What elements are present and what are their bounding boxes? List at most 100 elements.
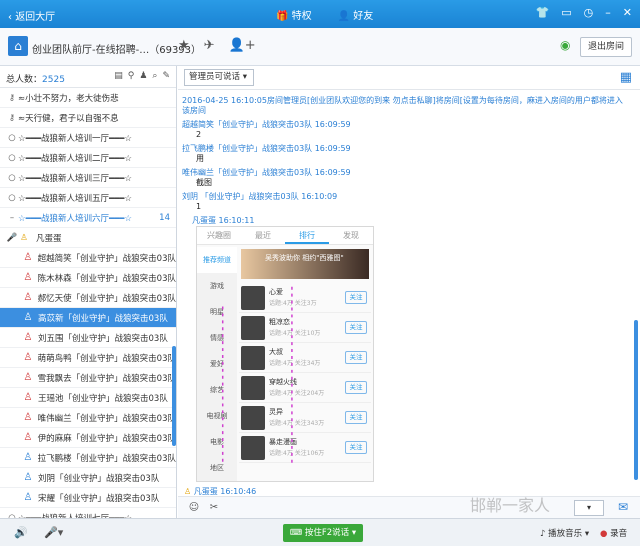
- phone-list-item: 暴走漫画 话题:4万 关注106万 关注: [239, 433, 371, 463]
- minimize-icon[interactable]: –: [605, 6, 611, 19]
- skin-icon[interactable]: 👕: [536, 6, 550, 19]
- channel-row[interactable]: ⚷ ≈天行健，君子以自强不息: [0, 108, 176, 128]
- message-sender[interactable]: 拉飞鹏楼「创业守护」战狼突击03队 16:09:59: [182, 144, 630, 154]
- member-avatar-icon: ♙: [23, 491, 33, 503]
- message-sender[interactable]: 刘阴 「创业守护」战狼突击03队 16:10:09: [182, 192, 630, 202]
- location-icon[interactable]: ⚲: [128, 71, 135, 81]
- play-music-button[interactable]: ♪ 播放音乐 ▾: [540, 527, 589, 539]
- channel-row[interactable]: ○ ☆━━━战狼新人培训五厅━━━☆: [0, 188, 176, 208]
- member-row[interactable]: ♙ 萌萌鸟鸭「创业守护」战狼突击03队: [0, 348, 176, 368]
- member-row[interactable]: ♙ 王瑶池「创业守护」战狼突击03队: [0, 388, 176, 408]
- grid-icon[interactable]: ▦: [620, 70, 632, 85]
- chat-scrollbar[interactable]: [634, 320, 638, 480]
- friends-button[interactable]: 👤 好友: [338, 7, 374, 22]
- person-icon[interactable]: ♟: [139, 71, 147, 81]
- close-icon[interactable]: ✕: [623, 6, 632, 19]
- edit-icon[interactable]: ✎: [162, 71, 170, 81]
- chat-bubble-icon[interactable]: ✉: [612, 497, 634, 517]
- privilege-label: 特权: [291, 11, 312, 22]
- item-sub: 话题:4万 关注343万: [269, 420, 325, 427]
- member-avatar-icon: ♙: [23, 311, 33, 323]
- menu-icon[interactable]: ▭: [561, 6, 571, 19]
- follow-button: 关注: [345, 291, 367, 304]
- chat-message: 拉飞鹏楼「创业守护」战狼突击03队 16:09:59 用: [182, 144, 630, 164]
- emoji-icon[interactable]: ☺: [186, 500, 202, 516]
- phone-tab-active: 排行: [285, 227, 329, 244]
- member-name: 伊的麻麻「创业守护」战狼突击03队: [37, 433, 176, 444]
- channel-row[interactable]: ○ ☆━━━战狼新人培训二厅━━━☆: [0, 148, 176, 168]
- member-row[interactable]: ♙ 宋耀「创业守护」战狼突击03队: [0, 488, 176, 508]
- phone-tabs: 兴趣圈 最近 排行 发现: [197, 227, 373, 245]
- sender-avatar-icon: ♙: [184, 487, 192, 496]
- member-avatar-icon: ♙: [23, 391, 33, 403]
- bottom-message-sender[interactable]: 凡蛋蛋 16:10:46: [194, 487, 256, 496]
- list-icon[interactable]: ▤: [114, 71, 123, 81]
- member-row[interactable]: ♙ 雪我飘去「创业守护」战狼突击03队: [0, 368, 176, 388]
- follow-button: 关注: [345, 381, 367, 394]
- music-label: 播放音乐: [548, 529, 583, 539]
- phone-list-item: 穿越火线 话题:4万 关注204万 关注: [239, 373, 371, 403]
- member-row[interactable]: ♙ 陈木林森「创业守护」战狼突击03队: [0, 268, 176, 288]
- message-sender[interactable]: 凡蛋蛋 16:10:11: [182, 216, 630, 226]
- search-icon[interactable]: ⌕: [152, 71, 157, 81]
- member-row[interactable]: ♙ 刘阴「创业守护」战狼突击03队: [0, 468, 176, 488]
- item-sub: 话题:4万 关注10万: [269, 330, 321, 337]
- chat-message: 超越简笑「创业守护」战狼突击03队 16:09:59 2: [182, 120, 630, 140]
- speaker-icon[interactable]: 🔊: [14, 526, 28, 539]
- member-avatar-icon: ♙: [23, 371, 33, 383]
- phone-side-item: 情感: [210, 334, 224, 342]
- member-row[interactable]: ♙ 刘五围「创业守护」战狼突击03队: [0, 328, 176, 348]
- member-row[interactable]: ♙ 唯伟幽兰「创业守护」战狼突击03队: [0, 408, 176, 428]
- member-row[interactable]: ♙ 超越简笑「创业守护」战狼突击03队: [0, 248, 176, 268]
- member-scrollbar[interactable]: [172, 346, 176, 446]
- channel-row[interactable]: ⚷ ≈小壮不努力，老大徒伤悲: [0, 88, 176, 108]
- phone-tab: 发现: [343, 231, 359, 240]
- privilege-button[interactable]: 🎁 特权: [276, 7, 312, 22]
- member-name: 刘阴「创业守护」战狼突击03队: [38, 473, 160, 484]
- member-row[interactable]: ♙ 拉飞鹏楼「创业守护」战狼突击03队: [0, 448, 176, 468]
- channel-label: ☆━━━战狼新人培训三厅━━━☆: [18, 173, 132, 184]
- push-to-talk-button[interactable]: ⌨ 按住F2说话 ▾: [283, 524, 363, 542]
- item-title: 心爱: [269, 288, 283, 296]
- send-options[interactable]: ▾: [574, 500, 604, 516]
- channel-row[interactable]: ○ ☆━━━战狼新人培训三厅━━━☆: [0, 168, 176, 188]
- item-thumbnail: [241, 286, 265, 310]
- wifi-icon: ◉: [560, 38, 571, 52]
- message-sender[interactable]: 超越简笑「创业守护」战狼突击03队 16:09:59: [182, 120, 630, 130]
- item-sub: 话题:4万 关注3万: [269, 300, 317, 307]
- mic-icon: 🎤: [6, 232, 18, 243]
- record-button[interactable]: ● 录音: [600, 527, 627, 539]
- plane-icon[interactable]: ✈: [204, 38, 215, 53]
- member-row-selected[interactable]: ♙ 高苡新「创业守护」战狼突击03队: [0, 308, 176, 328]
- scissors-icon[interactable]: ✂: [206, 500, 222, 516]
- member-avatar-icon: ♙: [23, 251, 33, 263]
- channel-row-active[interactable]: – ☆━━━战狼新人培训六厅━━━☆ 14: [0, 208, 176, 228]
- member-name: 高苡新「创业守护」战狼突击03队: [38, 313, 168, 324]
- back-to-lobby-button[interactable]: ‹ 返回大厅: [8, 8, 55, 23]
- member-row[interactable]: ♙ 伊的麻麻「创业守护」战狼突击03队: [0, 428, 176, 448]
- room-home-icon: ⌂: [8, 36, 28, 56]
- favorite-star-icon[interactable]: ★: [178, 38, 190, 53]
- member-row[interactable]: ♙ 郝忆天使「创业守护」战狼突击03队: [0, 288, 176, 308]
- clock-icon[interactable]: ◷: [584, 6, 594, 19]
- message-text: 用: [196, 154, 204, 163]
- collapse-icon: –: [9, 212, 15, 223]
- host-avatar-icon: ♙: [20, 232, 28, 243]
- channel-row[interactable]: ○ ☆━━━战狼新人培训一厅━━━☆: [0, 128, 176, 148]
- speak-permission-select[interactable]: 管理员可说话 ▾: [184, 69, 254, 86]
- item-title: 粗凉恋: [269, 318, 290, 326]
- chat-toolbar: 管理员可说话 ▾ ▦: [178, 66, 640, 90]
- friends-label: 好友: [353, 11, 374, 22]
- exit-room-button[interactable]: 退出房间: [580, 37, 632, 57]
- circle-icon: ○: [8, 132, 16, 143]
- back-label: 返回大厅: [15, 12, 56, 23]
- total-label: 总人数：: [6, 75, 43, 85]
- key-icon: ⚷: [8, 92, 16, 103]
- add-friend-icon[interactable]: 👤+: [229, 38, 256, 53]
- item-sub: 话题:4万 关注106万: [269, 450, 325, 457]
- member-avatar-icon: ♙: [23, 411, 33, 423]
- channel-label: ☆━━━战狼新人培训二厅━━━☆: [18, 153, 132, 164]
- host-row[interactable]: 🎤 ♙ 凡蛋蛋: [0, 228, 176, 248]
- message-sender[interactable]: 唯伟幽兰「创业守护」战狼突击03队 16:09:59: [182, 168, 630, 178]
- mic-icon[interactable]: 🎤▾: [44, 526, 63, 539]
